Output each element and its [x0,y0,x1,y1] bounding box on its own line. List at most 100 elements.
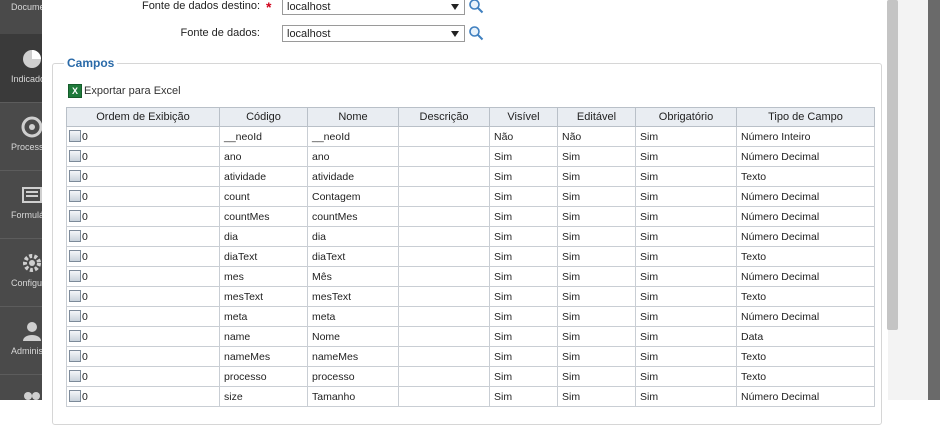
col-tipo[interactable]: Tipo de Campo [736,107,875,127]
cell-ordem[interactable]: 0 [66,226,220,247]
table-row[interactable]: 0 __neoId __neoId Não Não Sim Número Inteiro [66,126,875,147]
table-row[interactable]: 0 nameMes nameMes Sim Sim Sim Texto [66,346,875,367]
ordem-value: 0 [82,171,88,183]
cell-obrigatorio: Sim [635,206,737,227]
cell-visivel: Sim [489,386,558,407]
campos-legend: Campos [64,56,118,70]
sidebar-item-label: Configur [11,278,42,288]
cell-obrigatorio: Sim [635,246,737,267]
col-nome[interactable]: Nome [307,107,399,127]
edit-order-icon[interactable] [69,370,81,382]
sidebar-item-label: Administ [11,346,42,356]
edit-order-icon[interactable] [69,210,81,222]
col-obrigatorio[interactable]: Obrigatório [635,107,737,127]
cell-nome: __neoId [307,126,399,147]
cell-ordem[interactable]: 0 [66,386,220,407]
cell-codigo: mesText [219,286,308,307]
fonte-select[interactable]: localhost [282,25,465,42]
cell-ordem[interactable]: 0 [66,286,220,307]
edit-order-icon[interactable] [69,230,81,242]
table-row[interactable]: 0 diaText diaText Sim Sim Sim Texto [66,246,875,267]
cell-tipo: Data [736,326,875,347]
edit-order-icon[interactable] [69,250,81,262]
sidebar-item-administracao[interactable]: Administ [0,306,42,375]
col-ordem[interactable]: Ordem de Exibição [66,107,220,127]
sidebar-item-label: Process [11,142,42,152]
sidebar-item-configuracoes[interactable]: Configur [0,238,42,307]
col-descricao[interactable]: Descrição [398,107,490,127]
cell-codigo: count [219,186,308,207]
table-row[interactable]: 0 meta meta Sim Sim Sim Número Decimal [66,306,875,327]
edit-order-icon[interactable] [69,330,81,342]
edit-order-icon[interactable] [69,270,81,282]
edit-order-icon[interactable] [69,290,81,302]
table-row[interactable]: 0 atividade atividade Sim Sim Sim Texto [66,166,875,187]
cell-ordem[interactable]: 0 [66,366,220,387]
cell-ordem[interactable]: 0 [66,346,220,367]
ordem-value: 0 [82,271,88,283]
ordem-value: 0 [82,251,88,263]
cell-ordem[interactable]: 0 [66,246,220,267]
destino-label: Fonte de dados destino: [141,0,260,12]
cell-ordem[interactable]: 0 [66,326,220,347]
col-visivel[interactable]: Visível [489,107,558,127]
edit-order-icon[interactable] [69,390,81,402]
cell-nome: Nome [307,326,399,347]
table-row[interactable]: 0 mes Mês Sim Sim Sim Número Decimal [66,266,875,287]
cell-ordem[interactable]: 0 [66,146,220,167]
cell-visivel: Sim [489,326,558,347]
sidebar-item-documentos[interactable]: Docume [0,0,42,35]
cell-ordem[interactable]: 0 [66,306,220,327]
table-header-row: Ordem de Exibição Código Nome Descrição … [66,107,875,127]
destino-select[interactable]: localhost [282,0,465,15]
cell-codigo: dia [219,226,308,247]
edit-order-icon[interactable] [69,170,81,182]
cell-codigo: size [219,386,308,407]
cell-descricao [398,206,490,227]
process-icon [21,116,42,138]
cell-editavel: Sim [557,246,636,267]
cell-codigo: __neoId [219,126,308,147]
search-icon[interactable] [468,25,484,41]
sidebar-item-indicadores[interactable]: Indicado [0,34,42,103]
table-row[interactable]: 0 count Contagem Sim Sim Sim Número Decimal [66,186,875,207]
sidebar-item-label: Formulá [11,210,42,220]
edit-order-icon[interactable] [69,190,81,202]
chevron-down-icon [451,31,459,37]
edit-order-icon[interactable] [69,150,81,162]
cell-visivel: Sim [489,186,558,207]
chevron-down-icon [451,4,459,10]
edit-order-icon[interactable] [69,310,81,322]
table-row[interactable]: 0 ano ano Sim Sim Sim Número Decimal [66,146,875,167]
ordem-value: 0 [82,131,88,143]
cell-ordem[interactable]: 0 [66,166,220,187]
scrollbar-thumb[interactable] [887,0,898,330]
table-row[interactable]: 0 size Tamanho Sim Sim Sim Número Decimal [66,386,875,407]
destino-select-value: localhost [287,1,331,13]
cell-ordem[interactable]: 0 [66,126,220,147]
table-row[interactable]: 0 dia dia Sim Sim Sim Número Decimal [66,226,875,247]
sidebar-item-processos[interactable]: Process [0,102,42,171]
sidebar-item-label: Docume [11,2,42,12]
cell-descricao [398,286,490,307]
sidebar-item-usuarios[interactable] [0,374,42,400]
cell-nome: Contagem [307,186,399,207]
table-row[interactable]: 0 name Nome Sim Sim Sim Data [66,326,875,347]
cell-nome: diaText [307,246,399,267]
cell-tipo: Número Inteiro [736,126,875,147]
edit-order-icon[interactable] [69,350,81,362]
cell-ordem[interactable]: 0 [66,266,220,287]
edit-order-icon[interactable] [69,130,81,142]
table-row[interactable]: 0 mesText mesText Sim Sim Sim Texto [66,286,875,307]
cell-ordem[interactable]: 0 [66,206,220,227]
sidebar-item-formularios[interactable]: Formulá [0,170,42,239]
cell-ordem[interactable]: 0 [66,186,220,207]
table-row[interactable]: 0 countMes countMes Sim Sim Sim Número Decimal [66,206,875,227]
cell-editavel: Sim [557,226,636,247]
table-row[interactable]: 0 processo processo Sim Sim Sim Texto [66,366,875,387]
search-icon[interactable] [468,0,484,14]
cell-nome: atividade [307,166,399,187]
cell-visivel: Sim [489,286,558,307]
col-editavel[interactable]: Editável [557,107,636,127]
col-codigo[interactable]: Código [219,107,308,127]
